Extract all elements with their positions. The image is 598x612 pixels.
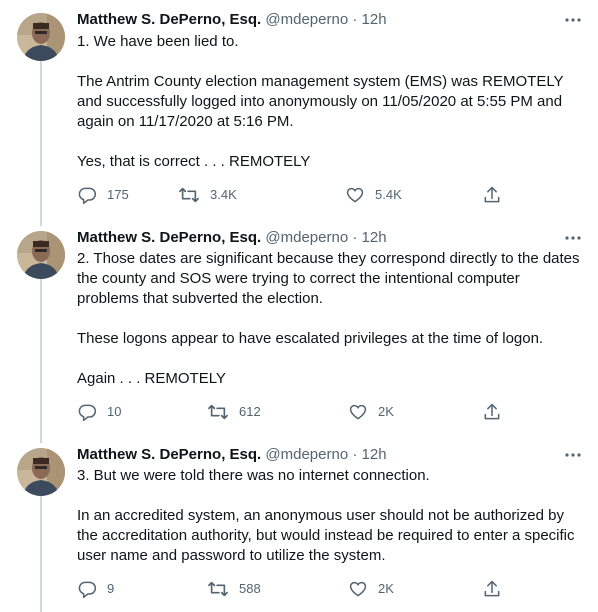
tweet-line: the accreditation authority, but would i… [77,527,575,544]
tweet-line: user name and password to utilize the sy… [77,547,386,564]
reply-count: 10 [107,404,122,419]
tweet-line: Yes, that is correct . . . REMOTELY [77,153,311,170]
tweet-text: 3. But we were told there was no interne… [77,466,582,566]
reply-icon [77,579,97,599]
retweet-icon [207,402,229,422]
retweet-icon [207,579,229,599]
like-count: 2K [378,581,394,596]
separator: · [352,229,358,246]
avatar[interactable] [17,231,65,279]
tweet[interactable]: Matthew S. DePerno, Esq. @mdeperno · 12h… [0,10,598,218]
reply-count: 9 [107,581,115,596]
timestamp[interactable]: 12h [362,229,387,246]
author-handle[interactable]: @mdeperno [265,446,348,463]
retweet-count: 588 [239,581,261,596]
like-button[interactable]: 2K [348,578,394,600]
reply-button[interactable]: 10 [77,401,121,423]
like-icon [345,185,365,205]
avatar[interactable] [17,13,65,61]
tweet-line: 3. But we were told there was no interne… [77,467,430,484]
retweet-button[interactable]: 588 [207,578,261,600]
author-handle[interactable]: @mdeperno [265,11,348,28]
author-handle[interactable]: @mdeperno [265,229,348,246]
like-count: 2K [378,404,394,419]
reply-icon [77,185,97,205]
tweet-line: again on 11/17/2020 at 5:16 PM. [77,113,294,130]
tweet-actions: 175 3.4K 5.4K [77,184,517,206]
reply-button[interactable]: 9 [77,578,114,600]
share-icon [482,402,502,422]
reply-count: 175 [107,187,129,202]
like-button[interactable]: 2K [348,401,394,423]
like-count: 5.4K [375,187,402,202]
author-name[interactable]: Matthew S. DePerno, Esq. [77,11,261,28]
like-button[interactable]: 5.4K [345,184,402,206]
separator: · [352,11,358,28]
tweet-line: 2. Those dates are significant because t… [77,250,580,267]
share-button[interactable] [482,578,502,600]
timestamp[interactable]: 12h [362,446,387,463]
tweet-actions: 9 588 2K [77,578,517,600]
tweet[interactable]: Matthew S. DePerno, Esq. @mdeperno · 12h… [0,228,598,436]
tweet-line: problems that subverted the election. [77,290,323,307]
more-icon[interactable] [563,447,583,463]
author-name[interactable]: Matthew S. DePerno, Esq. [77,446,261,463]
tweet-text: 1. We have been lied to. The Antrim Coun… [77,32,582,172]
more-icon[interactable] [563,12,583,28]
reply-icon [77,402,97,422]
retweet-count: 3.4K [210,187,237,202]
tweet-line: Again . . . REMOTELY [77,370,226,387]
share-icon [482,185,502,205]
reply-button[interactable]: 175 [77,184,129,206]
retweet-icon [178,185,200,205]
share-button[interactable] [482,184,502,206]
tweet-header: Matthew S. DePerno, Esq. @mdeperno · 12h [77,10,387,30]
avatar[interactable] [17,448,65,496]
retweet-count: 612 [239,404,261,419]
author-name[interactable]: Matthew S. DePerno, Esq. [77,229,261,246]
tweet-line: 1. We have been lied to. [77,33,239,50]
retweet-button[interactable]: 3.4K [178,184,237,206]
tweet-header: Matthew S. DePerno, Esq. @mdeperno · 12h [77,445,387,465]
share-button[interactable] [482,401,502,423]
like-icon [348,402,368,422]
share-icon [482,579,502,599]
tweet-header: Matthew S. DePerno, Esq. @mdeperno · 12h [77,228,387,248]
more-icon[interactable] [563,230,583,246]
tweet-line: the county and SOS were trying to correc… [77,270,520,287]
tweet-text: 2. Those dates are significant because t… [77,249,582,389]
tweet-actions: 10 612 2K [77,401,517,423]
tweet-line: These logons appear to have escalated pr… [77,330,544,347]
retweet-button[interactable]: 612 [207,401,261,423]
tweet[interactable]: Matthew S. DePerno, Esq. @mdeperno · 12h… [0,445,598,612]
tweet-line: In an accredited system, an anonymous us… [77,507,564,524]
separator: · [352,446,358,463]
timestamp[interactable]: 12h [362,11,387,28]
tweet-line: and successfully logged into anonymously… [77,93,563,110]
like-icon [348,579,368,599]
tweet-line: The Antrim County election management sy… [77,73,564,90]
